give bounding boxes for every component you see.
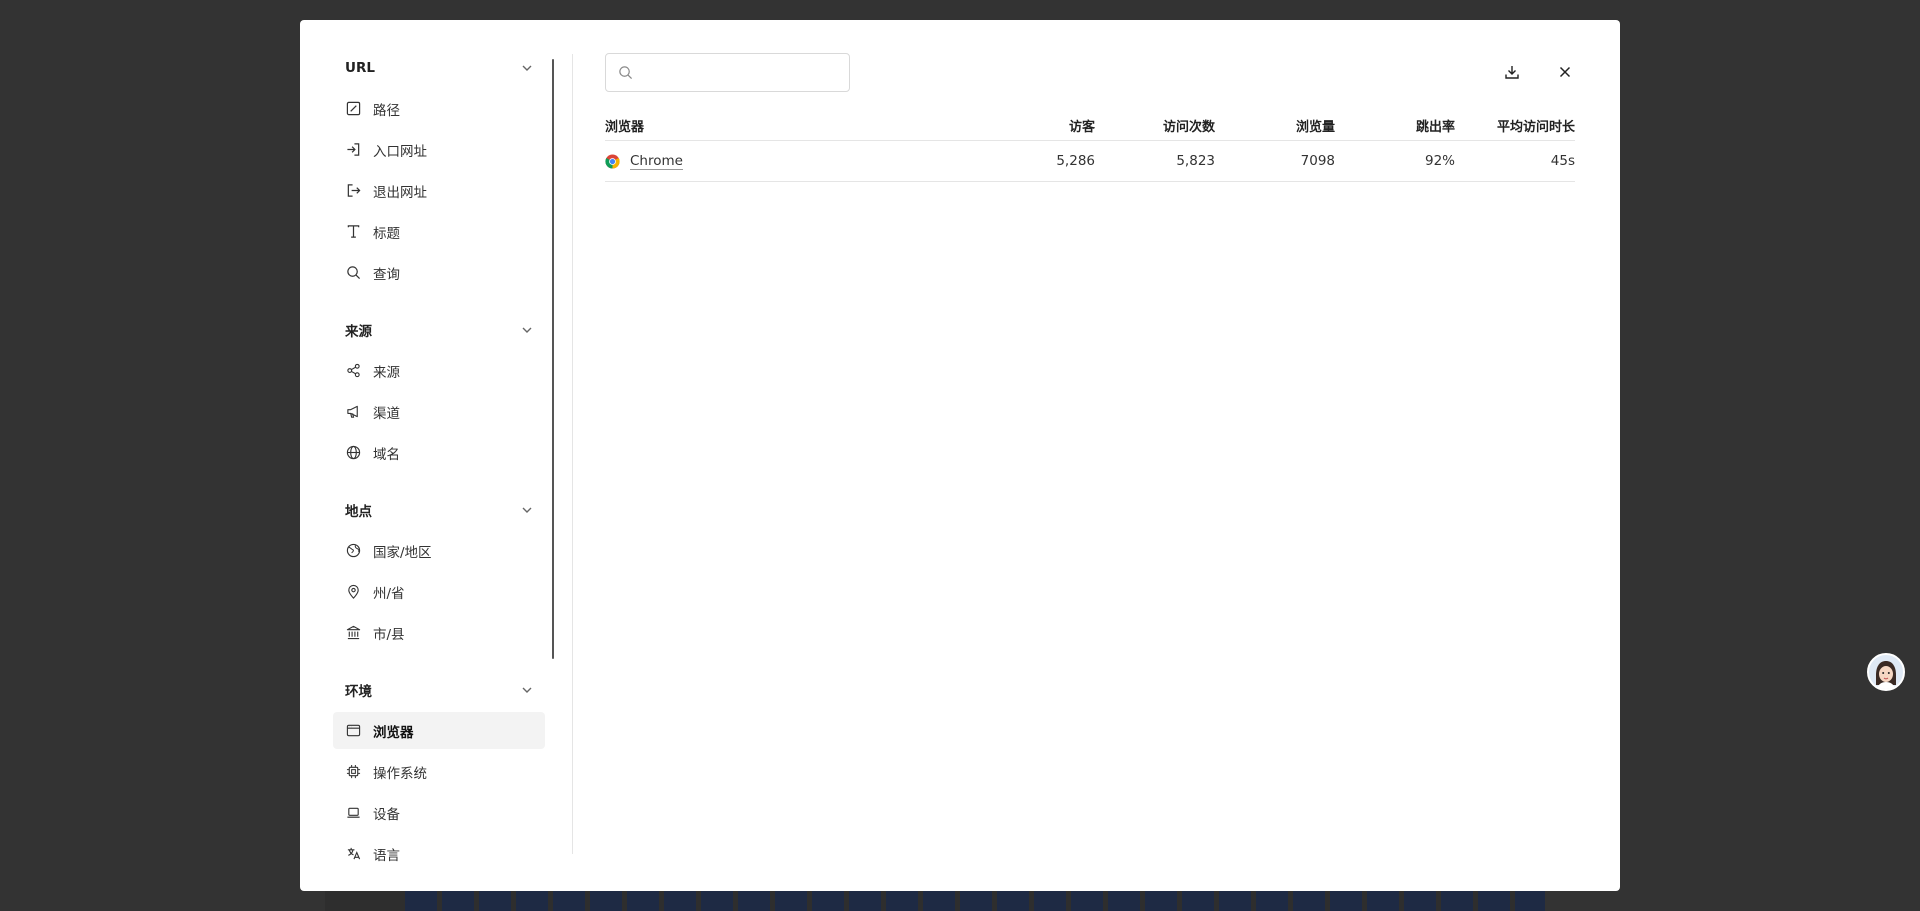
sidebar-item-label: 退出网址 bbox=[373, 184, 427, 201]
column-header-visitors[interactable]: 访客 bbox=[1025, 116, 1095, 135]
column-header-bounce-rate[interactable]: 跳出率 bbox=[1335, 116, 1455, 135]
sidebar-item-label: 路径 bbox=[373, 102, 400, 119]
sidebar-item-label: 域名 bbox=[373, 446, 400, 463]
sidebar-item-path[interactable]: 路径 bbox=[333, 90, 545, 127]
search-icon bbox=[345, 265, 361, 281]
sidebar-scrollbar[interactable] bbox=[552, 59, 554, 659]
chrome-icon bbox=[605, 153, 620, 169]
sidebar: URL 路径 入口网址 退出网址 标题 查询 来源 来源 渠道 域名 地点 国家… bbox=[300, 50, 553, 880]
search-input[interactable] bbox=[643, 64, 843, 81]
sidebar-item-query[interactable]: 查询 bbox=[333, 254, 545, 291]
column-header-browser[interactable]: 浏览器 bbox=[605, 116, 1025, 135]
sidebar-item-label: 浏览器 bbox=[373, 724, 414, 741]
browser-name-link[interactable]: Chrome bbox=[630, 153, 683, 170]
sidebar-item-label: 设备 bbox=[373, 806, 400, 823]
sidebar-item-country[interactable]: 国家/地区 bbox=[333, 532, 545, 569]
earth-icon bbox=[345, 543, 361, 559]
sidebar-item-device[interactable]: 设备 bbox=[333, 794, 545, 831]
download-icon bbox=[1504, 64, 1520, 80]
sidebar-item-label: 渠道 bbox=[373, 405, 400, 422]
sidebar-item-label: 市/县 bbox=[373, 626, 405, 643]
close-button[interactable] bbox=[1551, 58, 1579, 86]
globe-icon bbox=[345, 445, 361, 461]
chevron-down-icon bbox=[521, 324, 533, 336]
bounce-rate-value: 92% bbox=[1424, 153, 1455, 169]
download-button[interactable] bbox=[1498, 58, 1526, 86]
section-source: 来源 来源 渠道 域名 bbox=[333, 312, 545, 471]
table-row: Chrome 5,286 5,823 7098 92% 45s bbox=[605, 141, 1575, 182]
section-location: 地点 国家/地区 州/省 市/县 bbox=[333, 492, 545, 651]
landmark-icon bbox=[345, 625, 361, 641]
exit-icon bbox=[345, 183, 361, 199]
background-chart-bars bbox=[405, 890, 1545, 911]
sidebar-item-language[interactable]: 语言 bbox=[333, 835, 545, 872]
sidebar-item-label: 语言 bbox=[373, 847, 400, 864]
sidebar-item-source[interactable]: 来源 bbox=[333, 352, 545, 389]
title-icon bbox=[345, 224, 361, 240]
section-title: URL bbox=[345, 60, 375, 76]
column-header-visits[interactable]: 访问次数 bbox=[1095, 116, 1215, 135]
section-title: 环境 bbox=[345, 684, 372, 700]
assistant-avatar[interactable] bbox=[1867, 653, 1905, 691]
visits-value: 5,823 bbox=[1176, 153, 1215, 169]
sidebar-item-state[interactable]: 州/省 bbox=[333, 573, 545, 610]
avg-duration-value: 45s bbox=[1550, 153, 1575, 169]
section-url: URL 路径 入口网址 退出网址 标题 查询 bbox=[333, 50, 545, 291]
sidebar-item-title[interactable]: 标题 bbox=[333, 213, 545, 250]
browser-window-icon bbox=[345, 723, 361, 739]
sidebar-item-label: 国家/地区 bbox=[373, 544, 432, 561]
cpu-icon bbox=[345, 764, 361, 780]
views-value: 7098 bbox=[1300, 153, 1335, 169]
section-title: 地点 bbox=[345, 504, 372, 520]
section-header-url[interactable]: URL bbox=[333, 50, 545, 86]
search-box[interactable] bbox=[605, 53, 850, 92]
browser-table: 浏览器 访客 访问次数 浏览量 跳出率 平均访问时长 Chrome 5,286 … bbox=[605, 110, 1575, 182]
details-modal: URL 路径 入口网址 退出网址 标题 查询 来源 来源 渠道 域名 地点 国家… bbox=[300, 20, 1620, 891]
sidebar-item-label: 操作系统 bbox=[373, 765, 427, 782]
section-header-source[interactable]: 来源 bbox=[333, 312, 545, 348]
column-header-avg-duration[interactable]: 平均访问时长 bbox=[1455, 116, 1575, 135]
sidebar-item-entry[interactable]: 入口网址 bbox=[333, 131, 545, 168]
section-header-location[interactable]: 地点 bbox=[333, 492, 545, 528]
share-icon bbox=[345, 363, 361, 379]
close-icon bbox=[1558, 65, 1572, 79]
column-header-views[interactable]: 浏览量 bbox=[1215, 116, 1335, 135]
sidebar-item-channel[interactable]: 渠道 bbox=[333, 393, 545, 430]
browser-cell: Chrome bbox=[605, 153, 1025, 170]
chevron-down-icon bbox=[521, 504, 533, 516]
section-environment: 环境 浏览器 操作系统 设备 语言 bbox=[333, 672, 545, 872]
section-header-environment[interactable]: 环境 bbox=[333, 672, 545, 708]
sidebar-item-label: 入口网址 bbox=[373, 143, 427, 160]
sidebar-item-label: 标题 bbox=[373, 225, 400, 242]
visitors-value: 5,286 bbox=[1056, 153, 1095, 169]
chevron-down-icon bbox=[521, 62, 533, 74]
sidebar-item-label: 来源 bbox=[373, 364, 400, 381]
table-header: 浏览器 访客 访问次数 浏览量 跳出率 平均访问时长 bbox=[605, 110, 1575, 141]
sidebar-item-domain[interactable]: 域名 bbox=[333, 434, 545, 471]
vertical-divider bbox=[572, 54, 573, 854]
chevron-down-icon bbox=[521, 684, 533, 696]
sidebar-item-exit[interactable]: 退出网址 bbox=[333, 172, 545, 209]
megaphone-icon bbox=[345, 404, 361, 420]
section-title: 来源 bbox=[345, 324, 372, 340]
search-icon bbox=[618, 65, 633, 80]
sidebar-item-os[interactable]: 操作系统 bbox=[333, 753, 545, 790]
map-pin-icon bbox=[345, 584, 361, 600]
sidebar-item-label: 州/省 bbox=[373, 585, 405, 602]
laptop-icon bbox=[345, 805, 361, 821]
sidebar-item-browser[interactable]: 浏览器 bbox=[333, 712, 545, 749]
entry-icon bbox=[345, 142, 361, 158]
sidebar-item-label: 查询 bbox=[373, 266, 400, 283]
language-icon bbox=[345, 846, 361, 862]
path-icon bbox=[345, 101, 361, 117]
sidebar-item-city[interactable]: 市/县 bbox=[333, 614, 545, 651]
